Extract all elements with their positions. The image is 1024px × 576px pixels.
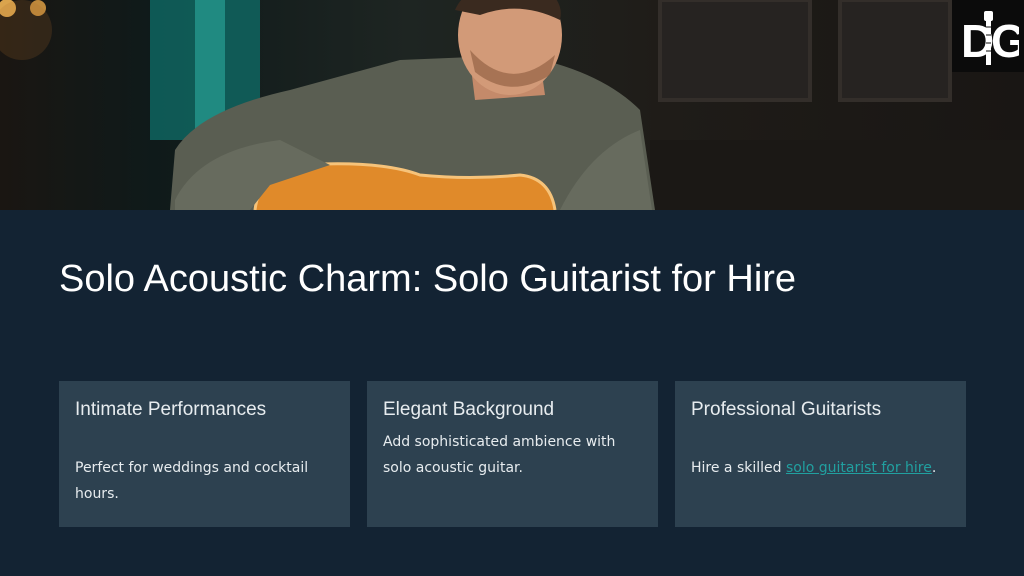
card-body-suffix: .	[931, 460, 937, 476]
hero-image	[0, 0, 1024, 210]
card-heading: Intimate Performances	[75, 399, 267, 420]
feature-card-intimate: Intimate Performances Perfect for weddin…	[59, 381, 350, 527]
hire-guitarist-link[interactable]: solo guitarist for hire	[786, 460, 932, 476]
card-heading: Professional Guitarists	[691, 399, 882, 420]
feature-card-professional: Professional Guitarists Hire a skilled s…	[675, 381, 966, 527]
card-body-prefix: Hire a skilled	[691, 460, 786, 476]
page-title: Solo Acoustic Charm: Solo Guitarist for …	[59, 258, 797, 300]
dig-logo[interactable]: D G	[952, 0, 1024, 72]
card-body: Add sophisticated ambience with solo aco…	[383, 434, 616, 476]
feature-card-elegant: Elegant Background Add sophisticated amb…	[367, 381, 658, 527]
guitar-neck-logo-icon: D G	[961, 11, 1019, 67]
card-body: Perfect for weddings and cocktail hours.	[75, 460, 309, 502]
svg-text:G: G	[991, 15, 1019, 67]
card-body: Hire a skilled solo guitarist for hire.	[691, 455, 950, 481]
guitarist-photo	[0, 0, 1024, 210]
card-heading: Elegant Background	[383, 399, 555, 420]
content-section: Solo Acoustic Charm: Solo Guitarist for …	[0, 210, 1024, 576]
